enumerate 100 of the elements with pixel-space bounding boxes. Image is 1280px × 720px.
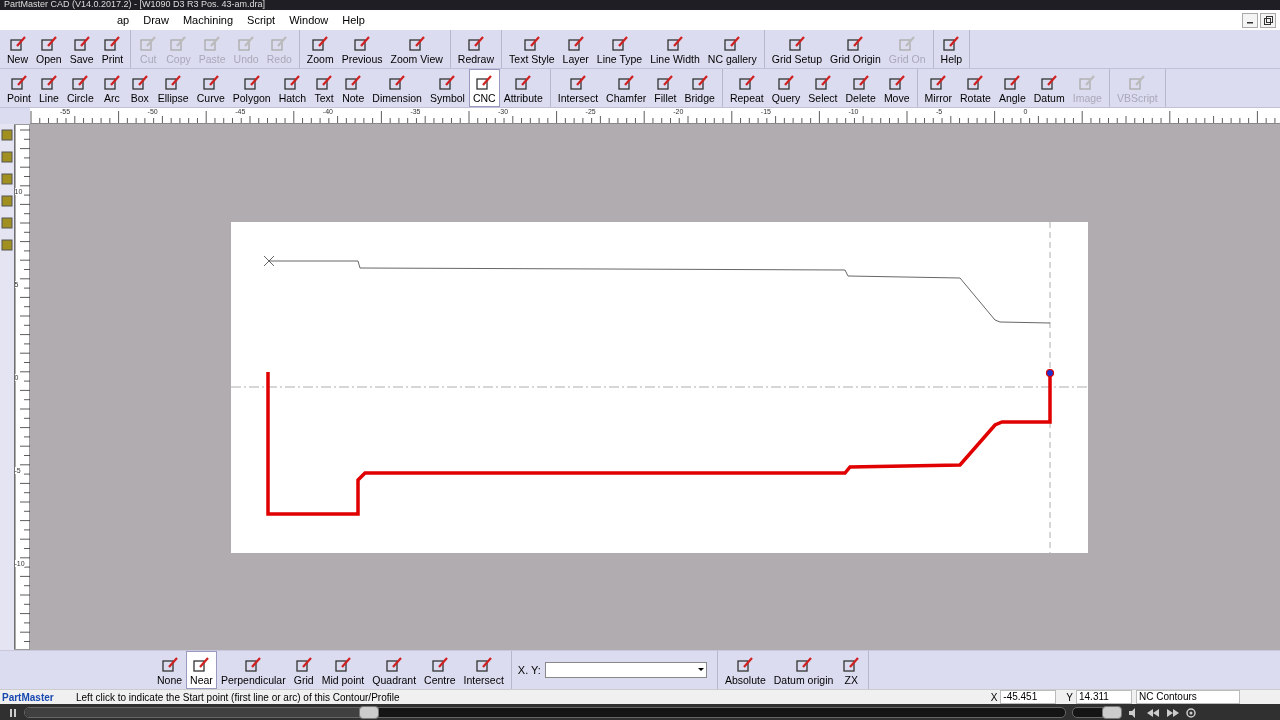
toolbar-button[interactable]: Help [936,30,967,68]
tool-icon [168,35,189,53]
toolbar-button[interactable]: Redraw [453,30,499,68]
toolbar-button[interactable]: Fillet [650,69,681,107]
toolbar-button[interactable]: Polygon [228,69,275,107]
pause-icon[interactable] [8,707,18,718]
snap-button[interactable]: Mid point [317,651,369,689]
tool-icon [38,74,59,92]
tool-icon [191,656,212,674]
tool-icon [101,74,122,92]
tool-icon [71,35,92,53]
tool-icon [282,74,303,92]
snap-button[interactable]: Near [186,651,217,689]
mode-button[interactable]: Datum origin [769,651,838,689]
toolbar-button[interactable]: Open [32,30,66,68]
tool-icon [236,35,257,53]
toolbar-button[interactable]: Dimension [368,69,426,107]
toolbar-button[interactable]: NC gallery [703,30,761,68]
tool-icon [665,35,685,53]
toolbar-button[interactable]: CNC [468,69,500,107]
volume-slider[interactable] [1072,707,1122,718]
toolbar-button[interactable]: Print [97,30,128,68]
toolbar-button[interactable]: Line Type [592,30,647,68]
tool-icon [465,35,486,53]
toolbar-button[interactable]: Intersect [553,69,603,107]
tool-icon [776,74,797,92]
toolbar-button[interactable]: Layer [558,30,593,68]
minimize-button[interactable] [1242,12,1258,28]
toolbar-button[interactable]: Repeat [725,69,768,107]
snap-button[interactable]: Perpendicular [216,651,290,689]
tool-icon [616,74,637,92]
toolbar-button[interactable]: Bridge [680,69,719,107]
side-tool-icon[interactable] [0,216,13,230]
toolbar-button[interactable]: Rotate [956,69,995,107]
toolbar-button[interactable]: Box [125,69,154,107]
snap-button[interactable]: Centre [420,651,460,689]
snap-button[interactable]: Grid [289,651,318,689]
menu-item[interactable]: Draw [136,14,176,26]
snap-button[interactable]: Quadrant [368,651,421,689]
toolbar-button[interactable]: Circle [62,69,98,107]
menu-item[interactable]: ap [110,14,137,26]
toolbar-button[interactable]: Symbol [425,69,469,107]
toolbar-button[interactable]: Datum [1029,69,1069,107]
mode-button[interactable]: Absolute [720,651,770,689]
menu-item[interactable]: Window [282,14,336,26]
toolbar-button[interactable]: Note [338,69,369,107]
record-icon[interactable] [1186,707,1196,718]
toolbar-button[interactable]: Grid Setup [767,30,826,68]
toolbar-button[interactable]: Delete [841,69,880,107]
restore-button[interactable] [1260,12,1276,28]
toolbar-button[interactable]: Grid Origin [826,30,885,68]
toolbar-button[interactable]: Query [767,69,805,107]
tool-icon [689,74,710,92]
toolbar-button[interactable]: Zoom [302,30,338,68]
tool-icon [243,656,264,674]
toolbar-button[interactable]: Previous [337,30,387,68]
tool-icon [1002,74,1023,92]
snap-button[interactable]: Intersect [459,651,508,689]
toolbar-button[interactable]: New [3,30,32,68]
toolbar-button[interactable]: Ellipse [153,69,193,107]
side-tool-icon[interactable] [0,128,13,142]
xy-combo-box[interactable] [544,662,707,678]
side-tool-icon[interactable] [0,194,13,208]
menu-item[interactable]: Script [240,14,283,26]
toolbar-button[interactable]: Line Width [646,30,704,68]
y-label: Y [1065,691,1074,703]
toolbar-button[interactable]: Angle [994,69,1030,107]
toolbar-button[interactable]: Chamfer [602,69,651,107]
toolbar-button[interactable]: Select [804,69,842,107]
toolbar-button[interactable]: Attribute [499,69,547,107]
menu-item[interactable]: Help [335,14,372,26]
progress-thumb[interactable] [359,706,380,719]
x-label: X [989,691,999,703]
toolbar-button[interactable]: Text [310,69,339,107]
x-field: -45.451 [1000,690,1057,704]
toolbar-button[interactable]: Curve [192,69,229,107]
toolbar-button[interactable]: Text Style [505,30,559,68]
fast-forward-icon[interactable] [1166,707,1180,718]
side-tool-icon[interactable] [0,238,13,252]
toolbar-button[interactable]: Save [65,30,98,68]
toolbar-button[interactable]: Point [3,69,35,107]
mode-button[interactable]: ZX [837,651,866,689]
volume-thumb[interactable] [1102,706,1123,719]
tool-icon [387,74,408,92]
tool-icon [384,656,405,674]
side-tool-icon[interactable] [0,172,13,186]
toolbar-button[interactable]: Arc [97,69,126,107]
tool-icon [845,35,866,53]
tool-icon [886,74,907,92]
tool-icon [1077,74,1098,92]
side-tool-icon[interactable] [0,150,13,164]
menu-item[interactable]: Machining [175,14,241,26]
toolbar-button[interactable]: Move [879,69,914,107]
toolbar-button[interactable]: Zoom View [386,30,447,68]
toolbar-button[interactable]: Mirror [920,69,956,107]
snap-button[interactable]: None [153,651,187,689]
toolbar-button[interactable]: Line [34,69,63,107]
toolbar-button[interactable]: Hatch [274,69,311,107]
tool-icon [786,35,807,53]
rewind-icon[interactable] [1146,707,1160,718]
